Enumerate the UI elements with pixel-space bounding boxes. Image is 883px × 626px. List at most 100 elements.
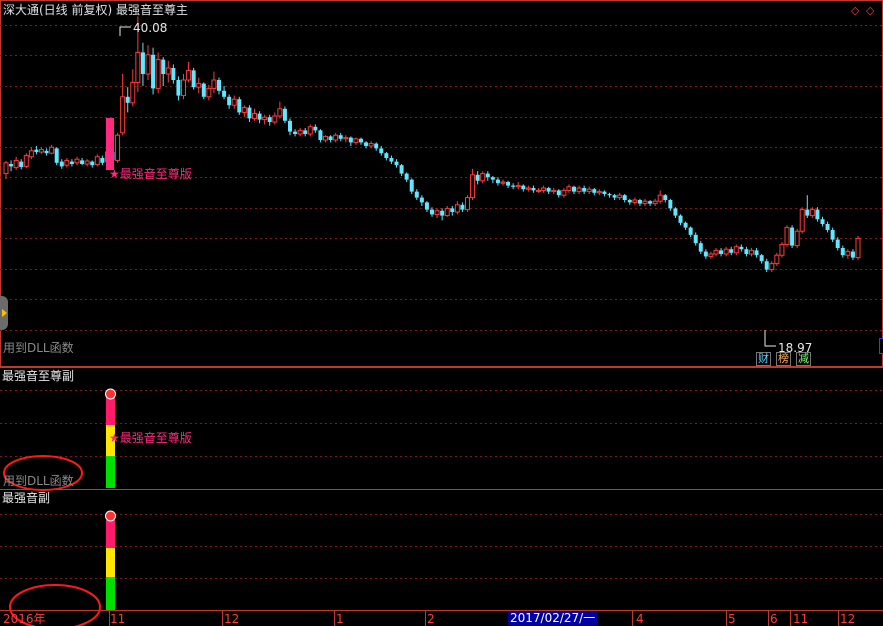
candle-body-up <box>262 116 268 121</box>
candle-body-up <box>733 246 739 254</box>
candle-body-up <box>809 209 815 217</box>
candle-body-up <box>713 249 719 255</box>
candle-body-down <box>622 195 627 200</box>
candle-body-down <box>511 185 516 187</box>
candle-body-down <box>688 227 693 235</box>
side-collapse-handle[interactable] <box>0 296 8 330</box>
candle-body-down <box>237 99 242 113</box>
candle-body-down <box>546 188 551 192</box>
candle-body-down <box>80 160 85 164</box>
candle-body-up <box>186 69 192 81</box>
info-badges: 财 榜 减 <box>756 352 811 366</box>
candle-body-up <box>586 188 592 193</box>
dll-note-main: 用到DLL函数 <box>3 341 74 355</box>
dll-note-sub: 用到DLL函数 <box>3 474 74 488</box>
candle-body-down <box>703 251 708 257</box>
sub2-bar-yellow <box>106 548 115 577</box>
candle-body-down <box>217 80 221 91</box>
candle-body-down <box>288 120 292 132</box>
candle-body-up <box>652 200 658 205</box>
candle-body-up <box>130 81 136 104</box>
candle-body-down <box>698 243 703 252</box>
candle-body-down <box>764 261 769 270</box>
candle-body-down <box>161 59 166 74</box>
x-label-jan: 1 <box>336 612 344 626</box>
candle-body-down <box>637 200 642 204</box>
sub1-bar-pink <box>106 397 115 425</box>
candle-body-down <box>414 191 419 198</box>
candle-body-down <box>267 117 272 122</box>
finance-badge[interactable]: 财 <box>756 352 771 366</box>
candle-body-down <box>835 239 840 248</box>
x-label-may: 5 <box>728 612 736 626</box>
candle-body-up <box>323 135 328 141</box>
candle-body-up <box>368 143 374 147</box>
candle-body-up <box>774 254 780 265</box>
candle-body-down <box>678 215 683 223</box>
candle-body-down <box>247 107 252 119</box>
window-close-icon[interactable]: ◇ <box>866 5 874 17</box>
candle-body-down <box>531 188 536 191</box>
candle-body-down <box>744 249 749 254</box>
candle-body-down <box>490 177 495 180</box>
candle-body-up <box>181 79 186 97</box>
candle-body-up <box>551 189 557 193</box>
stock-chart[interactable] <box>0 0 883 626</box>
candle-body-up <box>39 149 44 153</box>
candle-body-up <box>49 146 55 154</box>
candle-body-up <box>566 186 572 191</box>
candle-body-down <box>693 234 698 244</box>
candle-body-up <box>3 162 9 175</box>
candle-body-down <box>9 164 14 167</box>
candle-body-down <box>90 161 95 166</box>
candle-body-up <box>708 253 714 257</box>
candle-body-down <box>607 194 612 196</box>
candle-body-down <box>257 113 262 120</box>
candle-body-up <box>617 194 623 199</box>
sub2-top-dot <box>105 510 116 522</box>
x-label-11b: 11 <box>793 612 809 626</box>
candle-body-up <box>794 230 800 247</box>
candle-body-down <box>303 130 308 134</box>
candle-body-up <box>657 194 663 202</box>
candle-body-down <box>460 204 465 210</box>
candle-body-down <box>495 179 500 184</box>
candle-body-up <box>206 87 212 98</box>
candle-body-down <box>389 158 394 162</box>
chart-title: 深大通(日线 前复权) 最强音至尊主 <box>3 3 188 17</box>
candle-body-down <box>663 195 668 200</box>
cursor-date[interactable]: 2017/02/27/一 <box>508 611 598 625</box>
candle-body-down <box>318 130 323 140</box>
candle-body-up <box>297 129 303 135</box>
candle-body-down <box>602 191 607 194</box>
candle-body-up <box>333 134 339 141</box>
candle-body-up <box>855 237 861 259</box>
candle-body-down <box>820 219 825 224</box>
candle-body-down <box>840 248 845 256</box>
reduction-badge[interactable]: 减 <box>796 352 811 366</box>
candle-body-up <box>115 134 121 161</box>
candle-body-down <box>176 80 181 96</box>
candle-body-down <box>612 195 617 198</box>
window-option-icon[interactable]: ◇ <box>851 5 859 17</box>
candle-body-up <box>470 174 476 199</box>
candle-body-down <box>739 246 744 250</box>
candle-body-up <box>231 98 237 106</box>
candle-body-up <box>723 248 729 255</box>
candle-body-down <box>140 52 145 74</box>
right-scroll-marker[interactable] <box>879 338 883 354</box>
sub1-top-dot <box>105 388 116 400</box>
candle-body-down <box>399 165 404 174</box>
candle-body-up <box>480 173 486 182</box>
candle-body-down <box>222 90 227 97</box>
candle-body-down <box>359 138 363 143</box>
candle-body-down <box>450 208 455 212</box>
candle-body-down <box>54 148 59 163</box>
candle-body-down <box>582 188 587 192</box>
x-label-12b: 12 <box>840 612 856 626</box>
candle-body-up <box>84 160 90 165</box>
candle-body-down <box>364 142 369 146</box>
ranking-badge[interactable]: 榜 <box>776 352 791 366</box>
candle-body-down <box>384 153 389 158</box>
candle-body-up <box>632 199 638 203</box>
